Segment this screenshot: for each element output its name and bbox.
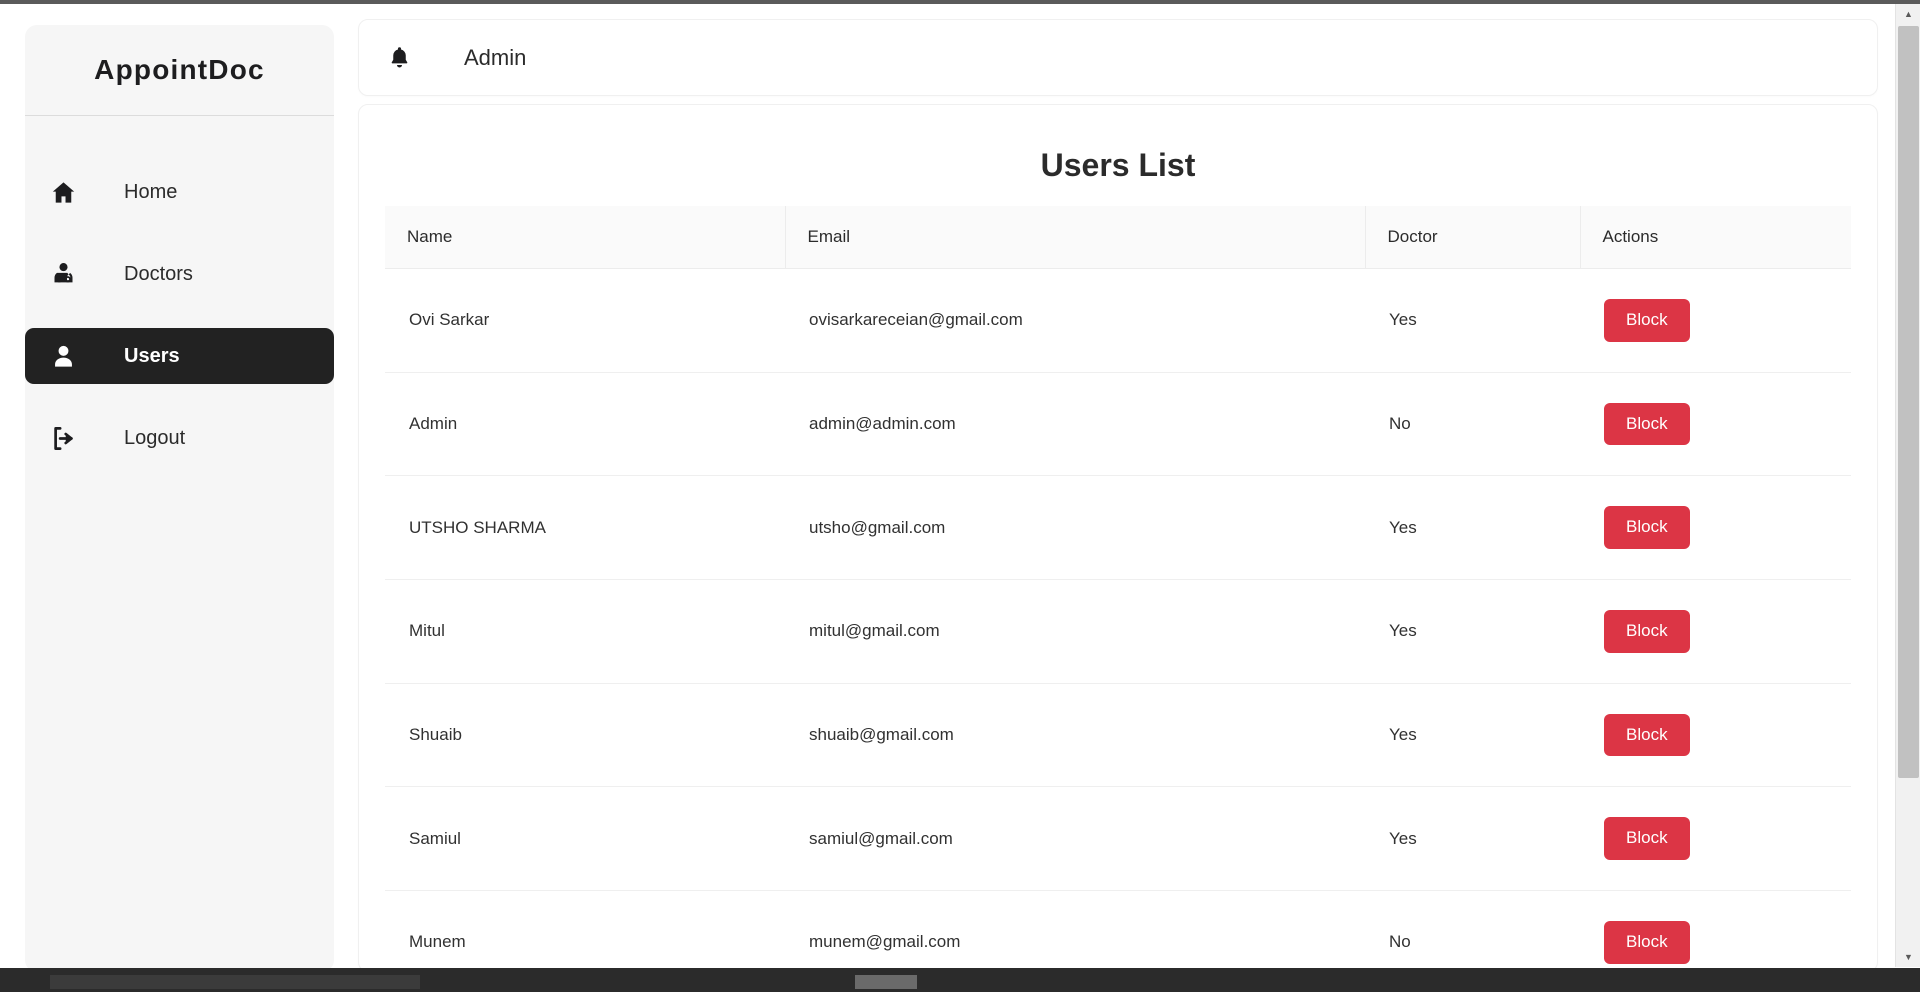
table-row: Munem munem@gmail.com No Block xyxy=(385,890,1851,971)
cell-actions: Block xyxy=(1580,475,1851,581)
cell-email: admin@admin.com xyxy=(785,372,1365,477)
cell-actions: Block xyxy=(1580,890,1851,971)
sidebar-item-doctors[interactable]: Doctors xyxy=(25,246,334,302)
browser-viewport: AppointDoc Home Doctors Users Logout Adm… xyxy=(0,0,1920,992)
cell-doctor: No xyxy=(1365,372,1580,477)
users-list-title: Users List xyxy=(1040,147,1196,183)
home-icon xyxy=(50,179,96,206)
cell-email: munem@gmail.com xyxy=(785,890,1365,971)
cell-actions: Block xyxy=(1580,372,1851,477)
cell-email: ovisarkareceian@gmail.com xyxy=(785,268,1365,373)
cell-actions: Block xyxy=(1580,268,1851,373)
cell-email: utsho@gmail.com xyxy=(785,475,1365,581)
sidebar-nav: Home Doctors Users Logout xyxy=(25,116,334,466)
top-header-bar: Admin xyxy=(358,19,1878,96)
bell-icon[interactable] xyxy=(387,45,412,70)
main-content: Admin Users List Name Email Doctor Actio… xyxy=(334,4,1895,972)
table-row: Admin admin@admin.com No Block xyxy=(385,372,1851,477)
cell-actions: Block xyxy=(1580,579,1851,684)
users-table: Name Email Doctor Actions Ovi Sarkar ovi… xyxy=(385,206,1851,971)
table-row: Ovi Sarkar ovisarkareceian@gmail.com Yes… xyxy=(385,268,1851,373)
brand-title: AppointDoc xyxy=(94,54,265,85)
cell-name: UTSHO SHARMA xyxy=(385,475,785,581)
block-button[interactable]: Block xyxy=(1604,921,1690,964)
cell-doctor: Yes xyxy=(1365,475,1580,581)
cell-doctor: Yes xyxy=(1365,268,1580,373)
scroll-up-arrow-icon[interactable]: ▲ xyxy=(1896,4,1920,24)
cell-actions: Block xyxy=(1580,683,1851,788)
vertical-scrollbar-thumb[interactable] xyxy=(1898,26,1919,778)
brand-header: AppointDoc xyxy=(25,25,334,116)
block-button[interactable]: Block xyxy=(1604,610,1690,653)
users-card: Users List Name Email Doctor Actions Ovi… xyxy=(358,104,1878,972)
sidebar-item-users[interactable]: Users xyxy=(25,328,334,384)
sidebar-item-label: Users xyxy=(124,344,180,367)
block-button[interactable]: Block xyxy=(1604,713,1690,757)
cell-name: Samiul xyxy=(385,786,785,892)
cell-name: Munem xyxy=(385,890,785,971)
sidebar-item-label: Logout xyxy=(124,426,186,449)
vertical-scrollbar[interactable]: ▲ ▼ xyxy=(1895,4,1920,967)
page-body: AppointDoc Home Doctors Users Logout Adm… xyxy=(0,4,1895,972)
page-title: Admin xyxy=(464,44,527,70)
column-header-email: Email xyxy=(785,206,1366,269)
cell-email: samiul@gmail.com xyxy=(785,786,1365,892)
cell-email: mitul@gmail.com xyxy=(785,579,1365,684)
sidebar-container: AppointDoc Home Doctors Users Logout xyxy=(0,4,334,972)
cell-name: Mitul xyxy=(385,579,785,684)
cell-doctor: Yes xyxy=(1365,786,1580,892)
table-row: Samiul samiul@gmail.com Yes Block xyxy=(385,786,1851,892)
cell-email: shuaib@gmail.com xyxy=(785,683,1365,788)
horizontal-scrollbar[interactable] xyxy=(0,972,1920,992)
sidebar-item-label: Doctors xyxy=(124,262,193,285)
doctor-icon xyxy=(50,261,96,288)
horizontal-scrollbar-thumb[interactable] xyxy=(855,975,917,989)
cell-doctor: No xyxy=(1365,890,1580,971)
column-header-name: Name xyxy=(385,206,786,269)
table-header-row: Name Email Doctor Actions xyxy=(385,206,1851,269)
block-button[interactable]: Block xyxy=(1604,817,1690,861)
taskbar-segment xyxy=(50,975,420,989)
block-button[interactable]: Block xyxy=(1604,402,1690,446)
cell-name: Admin xyxy=(385,372,785,477)
cell-name: Shuaib xyxy=(385,683,785,788)
cell-name: Ovi Sarkar xyxy=(385,268,785,373)
user-icon xyxy=(50,343,96,370)
table-row: Shuaib shuaib@gmail.com Yes Block xyxy=(385,683,1851,788)
sidebar-item-logout[interactable]: Logout xyxy=(25,410,334,466)
cell-actions: Block xyxy=(1580,786,1851,892)
table-row: UTSHO SHARMA utsho@gmail.com Yes Block xyxy=(385,475,1851,581)
users-table-head: Name Email Doctor Actions xyxy=(385,206,1851,269)
sidebar: AppointDoc Home Doctors Users Logout xyxy=(25,25,334,972)
scroll-down-arrow-icon[interactable]: ▼ xyxy=(1896,947,1920,967)
block-button[interactable]: Block xyxy=(1604,299,1690,342)
logout-icon xyxy=(50,425,96,452)
users-table-body: Ovi Sarkar ovisarkareceian@gmail.com Yes… xyxy=(385,268,1851,971)
cell-doctor: Yes xyxy=(1365,579,1580,684)
cell-doctor: Yes xyxy=(1365,683,1580,788)
sidebar-item-label: Home xyxy=(124,180,178,203)
block-button[interactable]: Block xyxy=(1604,506,1690,550)
column-header-doctor: Doctor xyxy=(1365,206,1581,269)
column-header-actions: Actions xyxy=(1580,206,1851,269)
sidebar-item-home[interactable]: Home xyxy=(25,164,334,220)
table-row: Mitul mitul@gmail.com Yes Block xyxy=(385,579,1851,684)
